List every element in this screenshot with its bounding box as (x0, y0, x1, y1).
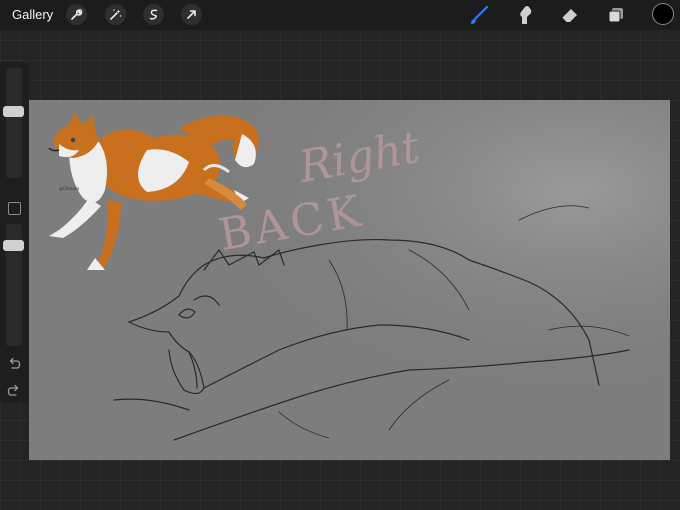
eraser-icon[interactable] (558, 3, 582, 27)
layers-icon[interactable] (604, 3, 628, 27)
brush-size-slider[interactable] (3, 68, 24, 178)
brush-icon[interactable] (467, 3, 491, 27)
gallery-button[interactable]: Gallery (12, 7, 53, 22)
smudge-icon[interactable] (512, 3, 536, 27)
artist-signature: @Cheroxx (59, 186, 80, 191)
modifier-square-icon[interactable] (8, 202, 21, 215)
drawing-canvas[interactable]: Right BACK @Cheroxx (29, 100, 670, 460)
redo-arrow-icon[interactable] (7, 384, 21, 398)
top-toolbar: Gallery (0, 0, 680, 30)
actions-wrench-icon[interactable] (66, 4, 87, 25)
transform-arrow-icon[interactable] (181, 4, 202, 25)
opacity-thumb[interactable] (3, 240, 24, 251)
adjustments-wand-icon[interactable] (105, 4, 126, 25)
selection-icon[interactable] (143, 4, 164, 25)
color-swatch[interactable] (653, 4, 673, 24)
brush-size-thumb[interactable] (3, 106, 24, 117)
left-sidebar (0, 62, 29, 403)
opacity-slider[interactable] (3, 224, 24, 346)
undo-arrow-icon[interactable] (7, 357, 21, 371)
